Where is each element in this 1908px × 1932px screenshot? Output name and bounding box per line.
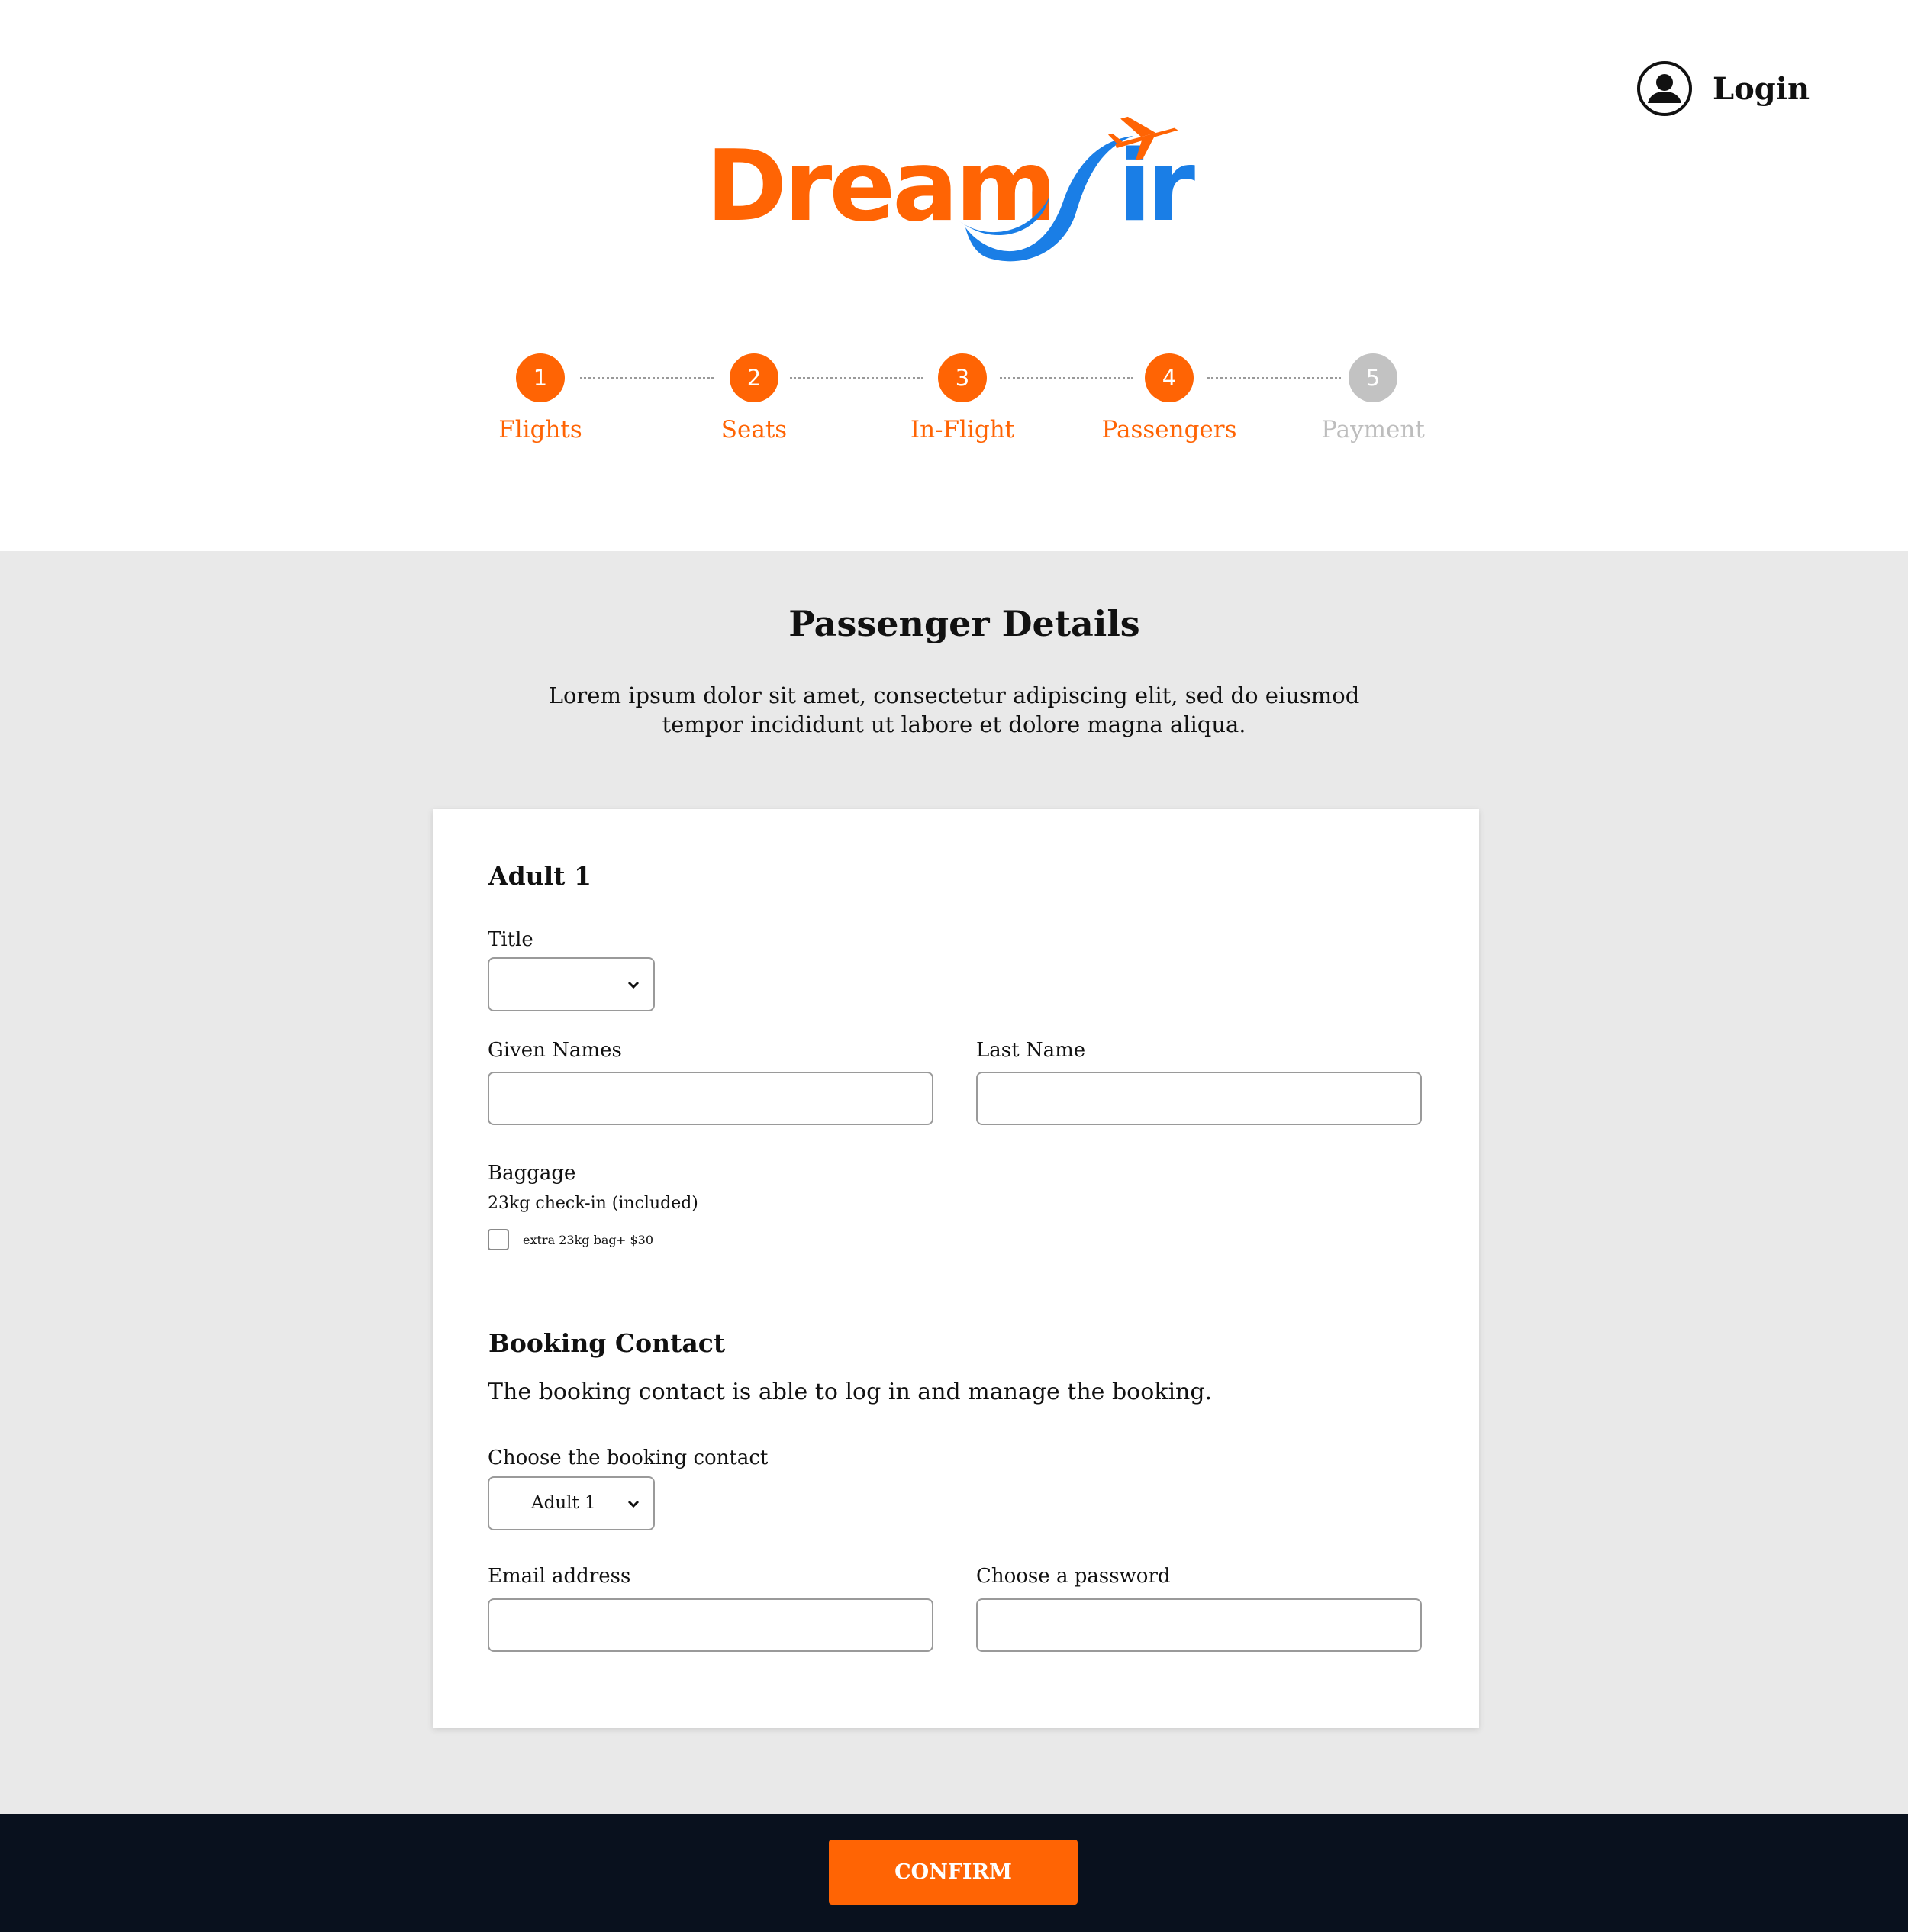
step-number: 5 <box>1349 353 1397 402</box>
step-passengers[interactable]: 4 Passengers <box>1070 353 1268 443</box>
intro-line: tempor incididunt ut labore et dolore ma… <box>662 711 1246 737</box>
title-label: Title <box>488 928 533 951</box>
email-input[interactable] <box>488 1598 933 1652</box>
baggage-label: Baggage <box>488 1162 576 1185</box>
booking-contact-select[interactable]: Adult 1 <box>488 1476 655 1530</box>
intro-text: Lorem ipsum dolor sit amet, consectetur … <box>534 681 1374 739</box>
last-name-label: Last Name <box>976 1039 1086 1062</box>
chevron-down-icon <box>627 981 640 989</box>
given-names-input[interactable] <box>488 1072 933 1125</box>
step-in-flight[interactable]: 3 In-Flight <box>863 353 1062 443</box>
email-label: Email address <box>488 1565 631 1588</box>
choose-contact-label: Choose the booking contact <box>488 1447 769 1469</box>
site-header: Login Dream ir 1 Flights 2 Seats 3 In-Fl… <box>0 0 1908 551</box>
step-payment: 5 Payment <box>1274 353 1472 443</box>
chevron-down-icon <box>627 1500 640 1508</box>
user-avatar-icon <box>1637 61 1692 116</box>
booking-progress-stepper: 1 Flights 2 Seats 3 In-Flight 4 Passenge… <box>0 353 1908 460</box>
step-label: Payment <box>1321 416 1425 443</box>
booking-contact-description: The booking contact is able to log in an… <box>488 1379 1213 1405</box>
svg-text:ir: ir <box>1118 130 1195 244</box>
booking-contact-select-value: Adult 1 <box>531 1493 596 1513</box>
booking-contact-heading: Booking Contact <box>488 1328 726 1358</box>
dreamair-logo[interactable]: Dream ir <box>706 105 1202 266</box>
passenger-heading: Adult 1 <box>488 861 591 891</box>
page-title: Passenger Details <box>788 603 1140 644</box>
step-label: Seats <box>720 416 788 443</box>
login-label: Login <box>1713 70 1810 107</box>
footer-bar: CONFIRM <box>0 1814 1908 1932</box>
step-label: Passengers <box>1101 416 1237 443</box>
step-number: 1 <box>516 353 565 402</box>
step-label: Flights <box>498 416 582 443</box>
step-number: 2 <box>730 353 778 402</box>
passenger-form-card: Adult 1 Title Given Names Last Name Bagg… <box>433 809 1479 1728</box>
step-seats[interactable]: 2 Seats <box>655 353 853 443</box>
login-button[interactable]: Login <box>1636 60 1810 117</box>
confirm-button[interactable]: CONFIRM <box>829 1840 1078 1905</box>
step-label: In-Flight <box>910 416 1015 443</box>
last-name-input[interactable] <box>976 1072 1422 1125</box>
given-names-label: Given Names <box>488 1039 622 1062</box>
step-number: 4 <box>1145 353 1194 402</box>
step-flights[interactable]: 1 Flights <box>441 353 640 443</box>
password-label: Choose a password <box>976 1565 1171 1588</box>
intro-line: Lorem ipsum dolor sit amet, consectetur … <box>548 682 1360 708</box>
extra-bag-label: extra 23kg bag <box>523 1233 617 1247</box>
svg-text:Dream: Dream <box>706 130 1054 244</box>
main-content: Passenger Details Lorem ipsum dolor sit … <box>0 551 1908 1814</box>
step-number: 3 <box>938 353 987 402</box>
extra-bag-checkbox[interactable] <box>488 1229 509 1250</box>
password-input[interactable] <box>976 1598 1422 1652</box>
title-select[interactable] <box>488 957 655 1011</box>
extra-bag-price: + $30 <box>616 1233 654 1247</box>
baggage-included-text: 23kg check-in (included) <box>488 1194 698 1213</box>
